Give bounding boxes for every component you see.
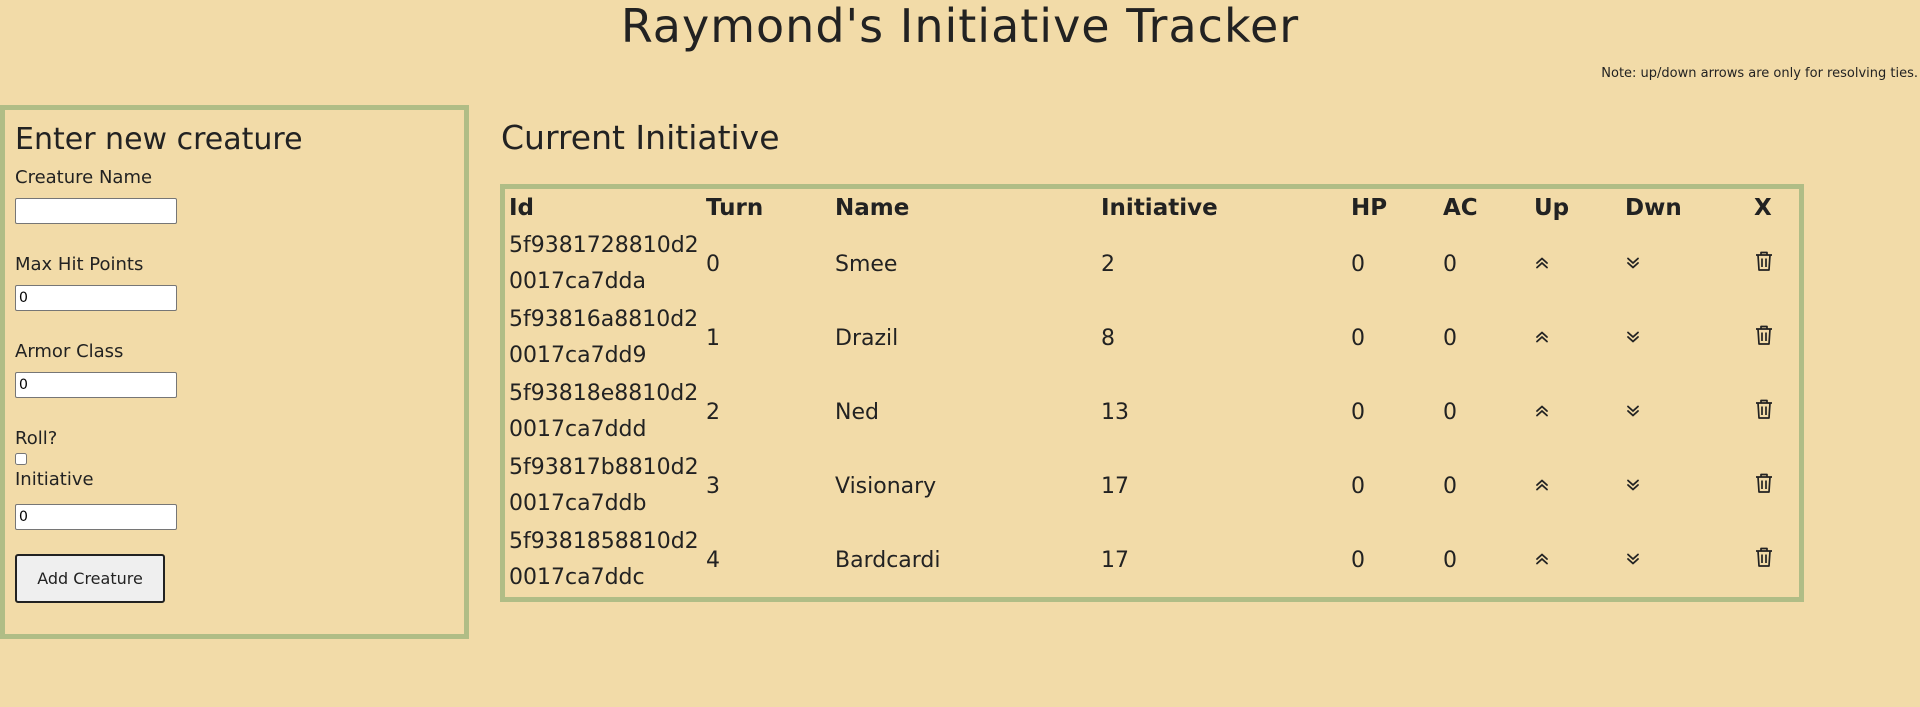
trash-icon[interactable] — [1754, 324, 1774, 346]
row-ac: 0 — [1443, 399, 1457, 425]
chevron-double-up-icon[interactable] — [1534, 477, 1550, 493]
roll-label: Roll? — [15, 428, 58, 449]
row-hp: 0 — [1351, 399, 1365, 425]
trash-icon[interactable] — [1754, 250, 1774, 272]
row-turn: 3 — [706, 473, 720, 499]
down-button-cell — [1621, 449, 1750, 523]
row-hp: 0 — [1351, 547, 1365, 573]
delete-button-cell — [1750, 523, 1799, 597]
max-hit-points-label: Max Hit Points — [15, 254, 144, 275]
row-name: Ned — [835, 399, 879, 425]
col-name: Name — [835, 195, 910, 221]
chevron-double-down-icon[interactable] — [1625, 477, 1641, 493]
row-ac: 0 — [1443, 473, 1457, 499]
col-id: Id — [509, 195, 535, 221]
col-turn: Turn — [706, 195, 764, 221]
up-button-cell — [1530, 301, 1621, 375]
up-button-cell — [1530, 449, 1621, 523]
armor-class-input[interactable] — [15, 372, 177, 398]
table-row: 5f9381858810d2 0017ca7ddc 4 Bardcardi 17 0 0 — [505, 523, 1799, 597]
down-button-cell — [1621, 227, 1750, 301]
table-row: 5f93817b8810d2 0017ca7ddb 3 Visionary 17 0 0 — [505, 449, 1799, 523]
creature-name-label: Creature Name — [15, 167, 153, 188]
down-button-cell — [1621, 301, 1750, 375]
row-id: 5f9381858810d2 0017ca7ddc — [509, 529, 699, 590]
form-heading: Enter new creature — [15, 122, 303, 157]
row-name: Drazil — [835, 325, 899, 351]
row-id: 5f93818e8810d2 0017ca7ddd — [509, 381, 699, 442]
row-name: Bardcardi — [835, 547, 941, 573]
row-ac: 0 — [1443, 251, 1457, 277]
delete-button-cell — [1750, 375, 1799, 449]
chevron-double-down-icon[interactable] — [1625, 329, 1641, 345]
armor-class-label: Armor Class — [15, 341, 124, 362]
trash-icon[interactable] — [1754, 472, 1774, 494]
up-button-cell — [1530, 227, 1621, 301]
row-id: 5f93817b8810d2 0017ca7ddb — [509, 455, 699, 516]
tie-note: Note: up/down arrows are only for resolv… — [1601, 66, 1918, 81]
add-creature-button[interactable]: Add Creature — [15, 554, 165, 603]
row-turn: 0 — [706, 251, 720, 277]
table-row: 5f9381728810d2 0017ca7dda 0 Smee 2 0 0 — [505, 227, 1799, 301]
initiative-table: Id Turn Name Initiative HP AC Up Dwn X 5… — [505, 189, 1799, 597]
chevron-double-up-icon[interactable] — [1534, 255, 1550, 271]
chevron-double-up-icon[interactable] — [1534, 403, 1550, 419]
col-dwn: Dwn — [1625, 195, 1682, 221]
initiative-input[interactable] — [15, 504, 177, 530]
row-hp: 0 — [1351, 325, 1365, 351]
row-turn: 1 — [706, 325, 720, 351]
chevron-double-up-icon[interactable] — [1534, 551, 1550, 567]
trash-icon[interactable] — [1754, 546, 1774, 568]
delete-button-cell — [1750, 227, 1799, 301]
table-header-row: Id Turn Name Initiative HP AC Up Dwn X — [505, 189, 1799, 227]
current-initiative-heading: Current Initiative — [501, 118, 780, 157]
row-initiative: 2 — [1101, 251, 1115, 277]
chevron-double-up-icon[interactable] — [1534, 329, 1550, 345]
max-hit-points-input[interactable] — [15, 285, 177, 311]
row-ac: 0 — [1443, 547, 1457, 573]
col-ac: AC — [1443, 195, 1478, 221]
table-row: 5f93816a8810d2 0017ca7dd9 1 Drazil 8 0 0 — [505, 301, 1799, 375]
roll-checkbox[interactable] — [15, 453, 27, 465]
col-initiative: Initiative — [1101, 195, 1218, 221]
row-name: Visionary — [835, 473, 937, 499]
down-button-cell — [1621, 523, 1750, 597]
up-button-cell — [1530, 523, 1621, 597]
col-hp: HP — [1351, 195, 1388, 221]
row-ac: 0 — [1443, 325, 1457, 351]
new-creature-form: Enter new creature Creature Name Max Hit… — [0, 105, 469, 639]
row-hp: 0 — [1351, 251, 1365, 277]
initiative-table-panel: Id Turn Name Initiative HP AC Up Dwn X 5… — [500, 184, 1804, 602]
delete-button-cell — [1750, 449, 1799, 523]
row-initiative: 8 — [1101, 325, 1115, 351]
up-button-cell — [1530, 375, 1621, 449]
chevron-double-down-icon[interactable] — [1625, 255, 1641, 271]
delete-button-cell — [1750, 301, 1799, 375]
table-row: 5f93818e8810d2 0017ca7ddd 2 Ned 13 0 0 — [505, 375, 1799, 449]
trash-icon[interactable] — [1754, 398, 1774, 420]
col-delete: X — [1754, 195, 1772, 221]
row-turn: 2 — [706, 399, 720, 425]
chevron-double-down-icon[interactable] — [1625, 551, 1641, 567]
row-name: Smee — [835, 251, 898, 277]
row-id: 5f9381728810d2 0017ca7dda — [509, 233, 699, 294]
row-id: 5f93816a8810d2 0017ca7dd9 — [509, 307, 699, 368]
chevron-double-down-icon[interactable] — [1625, 403, 1641, 419]
page-title: Raymond's Initiative Tracker — [620, 0, 1300, 53]
row-turn: 4 — [706, 547, 720, 573]
initiative-label: Initiative — [15, 469, 94, 490]
row-initiative: 17 — [1101, 547, 1129, 573]
creature-name-input[interactable] — [15, 198, 177, 224]
down-button-cell — [1621, 375, 1750, 449]
col-up: Up — [1534, 195, 1570, 221]
row-hp: 0 — [1351, 473, 1365, 499]
row-initiative: 13 — [1101, 399, 1129, 425]
row-initiative: 17 — [1101, 473, 1129, 499]
